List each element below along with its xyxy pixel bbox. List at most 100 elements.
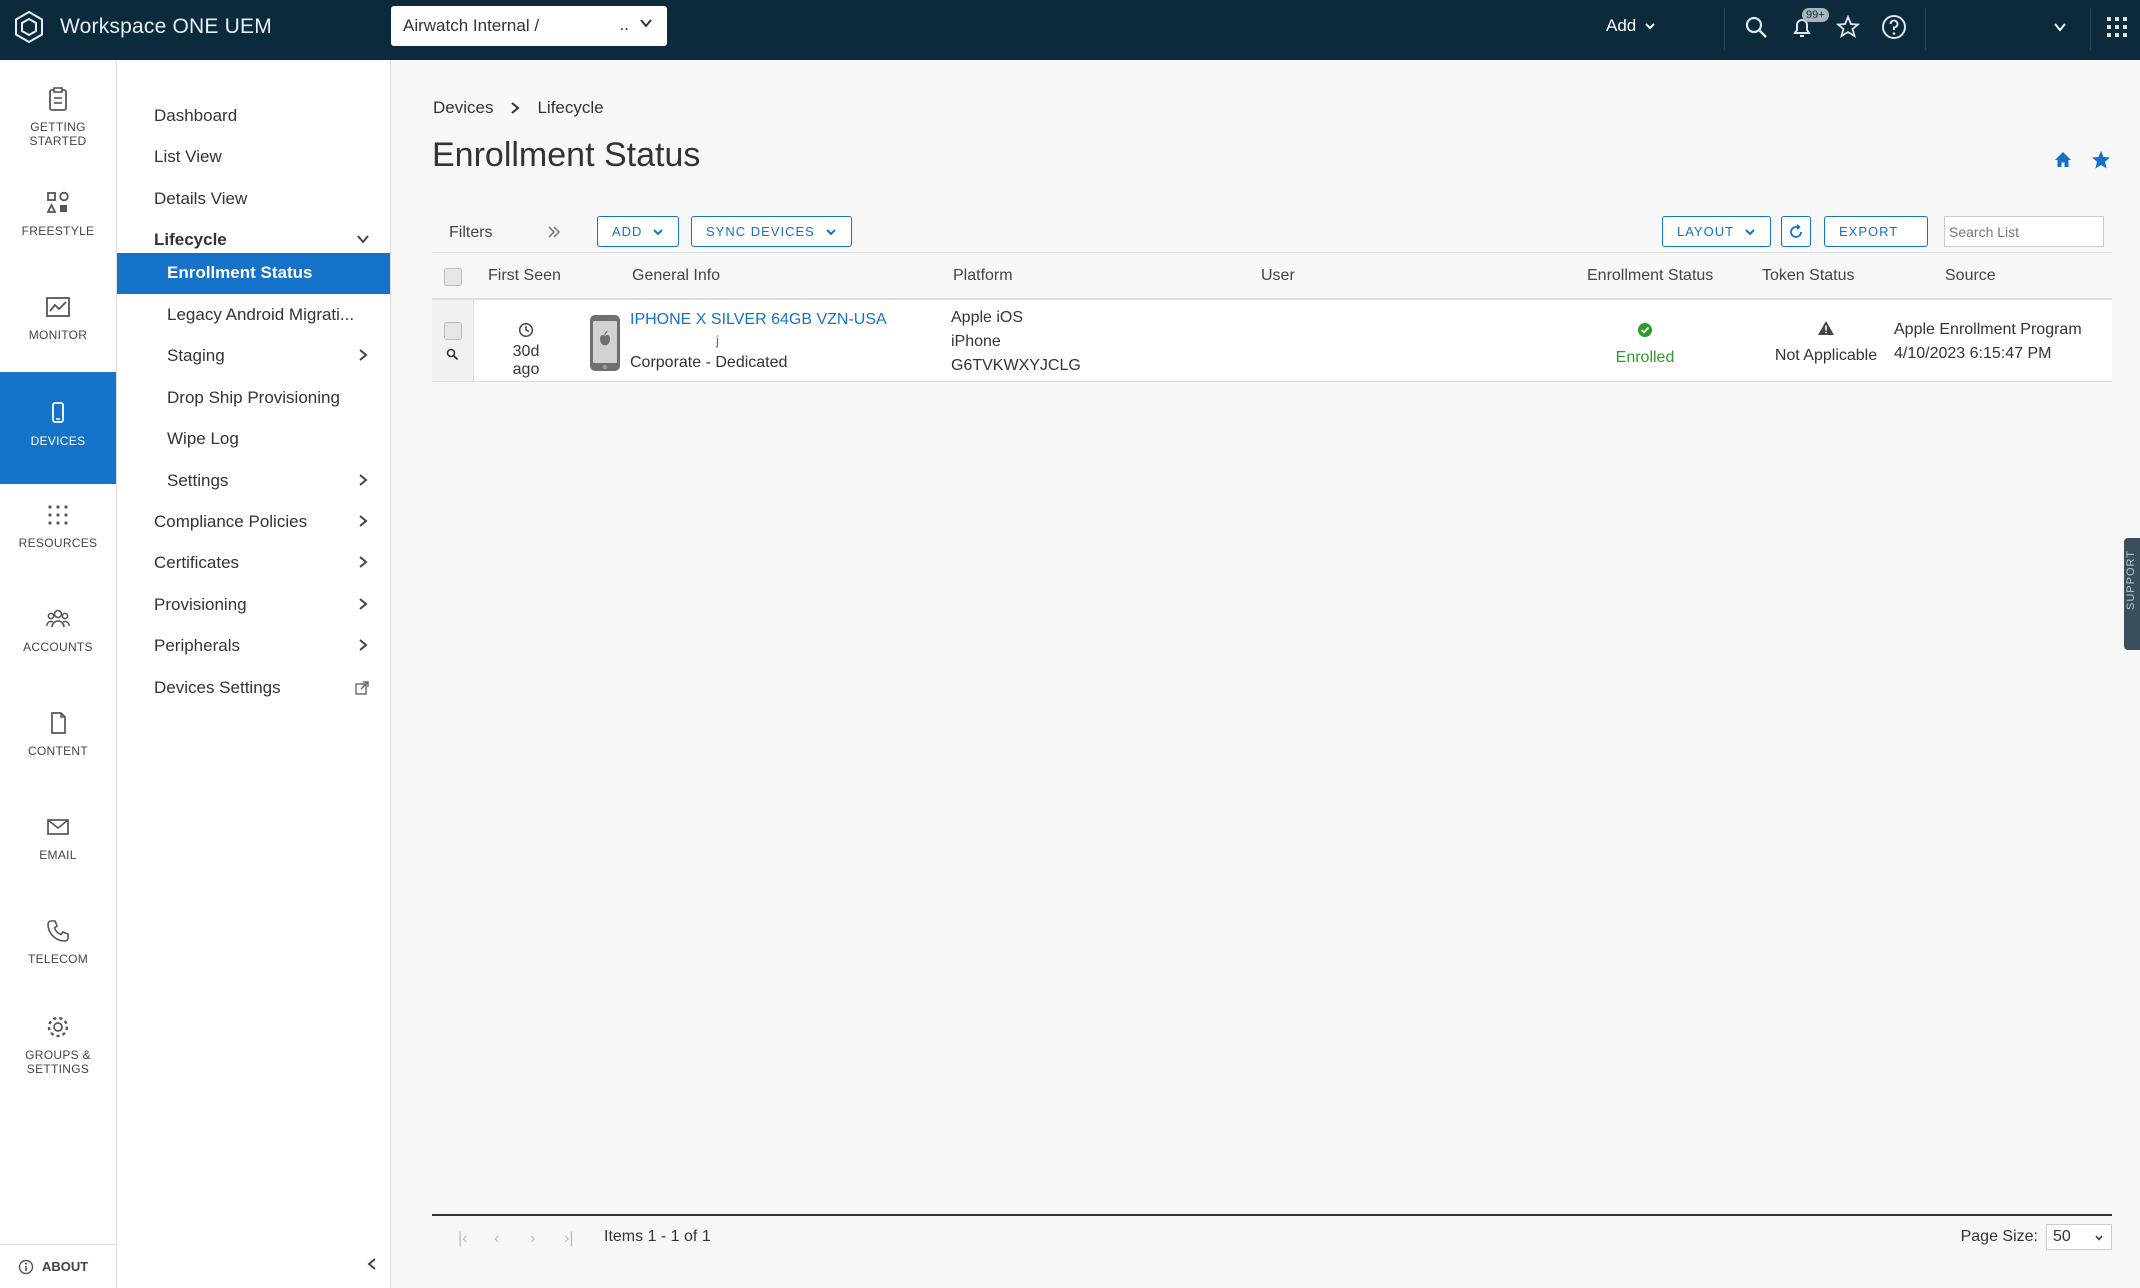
nav-label: Certificates	[154, 553, 240, 572]
add-button-label: ADD	[612, 224, 643, 239]
nav-lifecycle-settings[interactable]: Settings	[117, 461, 390, 502]
platform-cell: Apple iOS iPhone G6TVKWXYJCLG	[951, 306, 1081, 378]
grid-dots-icon	[48, 505, 68, 525]
refresh-button[interactable]	[1781, 216, 1811, 247]
users-icon	[46, 609, 70, 628]
nav-label: Dashboard	[154, 106, 238, 125]
app-grid-icon	[2107, 17, 2127, 37]
rail-label: DEVICES	[30, 434, 86, 448]
rail-freestyle[interactable]: FREESTYLE	[0, 172, 116, 272]
toolbar-separator	[1925, 8, 1926, 50]
breadcrumb-devices[interactable]: Devices	[433, 98, 493, 118]
star-filled-icon	[2092, 151, 2110, 169]
nav-peripherals[interactable]: Peripherals	[117, 626, 390, 667]
table-row[interactable]: 30d ago IPHONE X SILVER 64GB VZN-USA j C…	[432, 300, 2112, 382]
favorites-button[interactable]	[1833, 12, 1863, 42]
add-menu-label: Add	[1606, 16, 1637, 35]
nav-list-view[interactable]: List View	[117, 137, 390, 178]
col-general-info[interactable]: General Info	[632, 267, 720, 285]
export-button[interactable]: EXPORT	[1824, 216, 1928, 247]
nav-staging[interactable]: Staging	[117, 336, 390, 377]
rail-label: GETTING	[30, 120, 86, 134]
support-tab[interactable]: SUPPORT	[2124, 538, 2140, 650]
items-count: Items 1 - 1 of 1	[604, 1228, 711, 1245]
grid-pager: |‹ ‹ › ›| Items 1 - 1 of 1 Page Size: 50	[432, 1214, 2112, 1258]
nav-legacy-android[interactable]: Legacy Android Migrati...	[117, 295, 390, 336]
about-label: ABOUT	[42, 1259, 89, 1274]
general-info-cell: IPHONE X SILVER 64GB VZN-USA j Corporate…	[630, 308, 887, 374]
toolbar-separator	[1724, 8, 1725, 50]
nav-label: Lifecycle	[154, 230, 227, 249]
model-value: iPhone	[951, 333, 1001, 350]
expand-filters-icon[interactable]	[546, 224, 562, 240]
first-seen-value: 30d ago	[512, 343, 540, 378]
nav-provisioning[interactable]: Provisioning	[117, 585, 390, 626]
organization-group-select[interactable]: Airwatch Internal / ..	[391, 6, 667, 46]
rail-email[interactable]: EMAIL	[0, 796, 116, 896]
rail-telecom[interactable]: TELECOM	[0, 900, 116, 1000]
breadcrumb-lifecycle[interactable]: Lifecycle	[537, 98, 603, 118]
nav-label: Details View	[154, 189, 248, 208]
layout-button[interactable]: LAYOUT	[1662, 216, 1772, 247]
nav-label: Wipe Log	[167, 429, 239, 448]
add-button[interactable]: ADD	[597, 216, 680, 247]
nav-certificates[interactable]: Certificates	[117, 543, 390, 584]
nav-wipe-log[interactable]: Wipe Log	[117, 419, 390, 460]
sync-devices-button[interactable]: SYNC DEVICES	[691, 216, 852, 247]
app-title: Workspace ONE UEM	[60, 15, 272, 38]
rail-groups-settings[interactable]: GROUPS & SETTINGS	[0, 996, 116, 1108]
col-token-status[interactable]: Token Status	[1762, 267, 1855, 285]
device-username: j	[716, 333, 719, 348]
col-source[interactable]: Source	[1945, 267, 1996, 285]
last-page-button[interactable]: ›|	[564, 1230, 573, 1248]
first-page-button[interactable]: |‹	[458, 1230, 467, 1248]
refresh-icon	[1790, 223, 1802, 238]
rail-label: FREESTYLE	[21, 224, 95, 238]
col-first-seen[interactable]: First Seen	[488, 267, 561, 285]
page-size-select[interactable]: 50	[2046, 1224, 2112, 1250]
devices-subnav: Dashboard List View Details View Lifecyc…	[117, 60, 391, 1288]
rail-content[interactable]: CONTENT	[0, 692, 116, 792]
nav-enrollment-status[interactable]: Enrollment Status	[117, 253, 390, 294]
workspace-one-logo-icon	[15, 10, 43, 44]
col-platform[interactable]: Platform	[953, 267, 1013, 285]
collapse-nav-button[interactable]	[365, 1256, 379, 1276]
col-user[interactable]: User	[1261, 267, 1295, 285]
col-enrollment-status[interactable]: Enrollment Status	[1587, 267, 1713, 285]
prev-page-button[interactable]: ‹	[494, 1230, 499, 1248]
nav-devices-settings[interactable]: Devices Settings	[117, 668, 390, 709]
rail-resources[interactable]: RESOURCES	[0, 484, 116, 584]
filters-label[interactable]: Filters	[449, 224, 493, 242]
add-menu-button[interactable]: Add	[1606, 16, 1656, 36]
nav-label: Provisioning	[154, 595, 247, 614]
search-list-input[interactable]	[1944, 216, 2104, 247]
row-checkbox[interactable]	[444, 322, 462, 340]
search-button[interactable]	[1741, 12, 1771, 42]
next-page-button[interactable]: ›	[530, 1230, 535, 1248]
grid-toolbar: Filters ADD SYNC DEVICES LAYOUT EXPORT	[432, 214, 2112, 252]
rail-devices[interactable]: DEVICES	[0, 372, 116, 484]
magnify-icon[interactable]	[446, 348, 459, 361]
set-home-button[interactable]	[2053, 150, 2073, 175]
nav-compliance-policies[interactable]: Compliance Policies	[117, 502, 390, 543]
page-size-label: Page Size:	[1960, 1228, 2038, 1245]
user-menu-button[interactable]	[2045, 12, 2075, 42]
nav-details-view[interactable]: Details View	[117, 179, 390, 220]
select-all-checkbox[interactable]	[444, 268, 462, 286]
app-launcher-button[interactable]	[2102, 12, 2132, 42]
app-logo[interactable]: Workspace ONE UEM	[12, 10, 272, 44]
device-name-link[interactable]: IPHONE X SILVER 64GB VZN-USA	[630, 308, 887, 331]
rail-getting-started[interactable]: GETTING STARTED	[0, 68, 116, 168]
nav-dashboard[interactable]: Dashboard	[117, 96, 390, 137]
rail-label: STARTED	[29, 134, 87, 148]
chevron-right-icon	[359, 349, 368, 361]
help-button[interactable]	[1879, 12, 1909, 42]
chevron-right-icon	[359, 515, 368, 527]
nav-drop-ship[interactable]: Drop Ship Provisioning	[117, 378, 390, 419]
toolbar-separator	[2090, 8, 2091, 50]
about-button[interactable]: ABOUT	[0, 1244, 116, 1288]
rail-accounts[interactable]: ACCOUNTS	[0, 588, 116, 688]
favorite-page-button[interactable]	[2091, 150, 2111, 175]
rail-monitor[interactable]: MONITOR	[0, 276, 116, 376]
rail-label: SETTINGS	[26, 1062, 90, 1076]
